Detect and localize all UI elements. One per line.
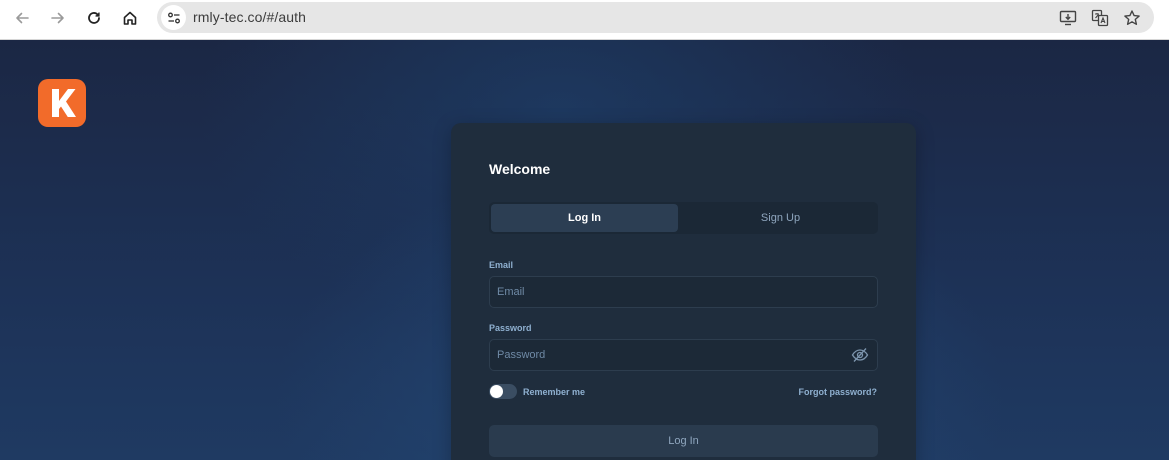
forward-icon[interactable] [44, 6, 72, 30]
eye-off-icon[interactable] [851, 347, 869, 363]
bookmark-star-icon[interactable] [1121, 7, 1143, 29]
k-logo-icon [52, 89, 76, 117]
auth-tabs: Log In Sign Up [489, 202, 878, 234]
tab-sign-up[interactable]: Sign Up [687, 204, 874, 232]
email-field-wrapper [489, 276, 878, 308]
auth-card: Welcome Log In Sign Up Email Password Re… [451, 123, 916, 460]
site-info-icon[interactable] [161, 5, 186, 30]
url-text[interactable]: rmly-tec.co/#/auth [193, 9, 306, 25]
password-field-wrapper [489, 339, 878, 371]
back-icon[interactable] [8, 6, 36, 30]
remember-me-label: Remember me [523, 387, 586, 397]
remember-me-toggle[interactable] [489, 384, 517, 399]
tab-log-in[interactable]: Log In [491, 204, 678, 232]
toggle-knob [490, 385, 503, 398]
browser-toolbar: rmly-tec.co/#/auth [0, 0, 1169, 40]
brand-logo [38, 79, 86, 127]
translate-icon[interactable] [1089, 7, 1111, 29]
auth-page: Welcome Log In Sign Up Email Password Re… [0, 40, 1169, 460]
password-label: Password [489, 323, 532, 333]
log-in-button[interactable]: Log In [489, 425, 878, 457]
password-field[interactable] [490, 340, 837, 370]
install-app-icon[interactable] [1057, 7, 1079, 29]
forgot-password-link[interactable]: Forgot password? [799, 387, 878, 397]
home-icon[interactable] [116, 6, 144, 30]
email-field[interactable] [490, 277, 837, 307]
email-label: Email [489, 260, 514, 270]
address-bar[interactable]: rmly-tec.co/#/auth [157, 2, 1154, 33]
reload-icon[interactable] [80, 6, 108, 30]
card-title: Welcome [489, 161, 551, 177]
